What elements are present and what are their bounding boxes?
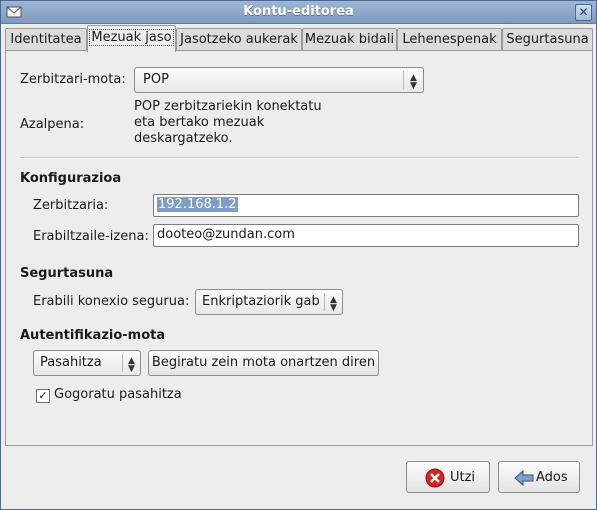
combo-arrows-icon: ▲ ▼ bbox=[122, 354, 140, 374]
tab-label: Segurtasuna bbox=[506, 32, 589, 47]
tab-jasotzeko-aukerak[interactable]: Jasotzeko aukerak bbox=[176, 28, 302, 50]
separator bbox=[20, 157, 578, 159]
tab-label: Mezuak bidali bbox=[304, 32, 395, 47]
description-label: Azalpena: bbox=[20, 117, 85, 132]
server-label: Zerbitzaria: bbox=[33, 198, 109, 213]
tab-mezuak-jaso[interactable]: Mezuak jaso bbox=[87, 25, 176, 52]
cancel-button[interactable]: Utzi bbox=[406, 461, 490, 493]
combo-arrows-icon: ▲ ▼ bbox=[324, 293, 342, 313]
auth-type-value: Pasahitza bbox=[40, 355, 102, 370]
tab-panel: Zerbitzari-mota: POP ▲ ▼ Azalpena: POP ze… bbox=[5, 50, 593, 446]
tab-bar: Identitatea Mezuak jaso Jasotzeko aukera… bbox=[5, 25, 593, 52]
combo-arrows-icon: ▲ ▼ bbox=[403, 71, 423, 91]
tab-label: Lehenespenak bbox=[402, 32, 497, 47]
tab-identitatea[interactable]: Identitatea bbox=[5, 28, 87, 50]
remember-password-label: Gogoratu pasahitza bbox=[54, 387, 182, 402]
server-value: 192.168.1.2 bbox=[157, 197, 238, 212]
check-supported-types-button[interactable]: Begiratu zein mota onartzen diren bbox=[148, 350, 379, 376]
close-icon[interactable]: ✕ bbox=[575, 4, 592, 21]
remember-password-checkbox[interactable]: ✓ bbox=[36, 389, 50, 403]
auth-type-combo[interactable]: Pasahitza ▲ ▼ bbox=[33, 350, 141, 376]
server-type-label: Zerbitzari-mota: bbox=[20, 72, 126, 87]
description-line-2: eta bertako mezuak bbox=[134, 115, 265, 130]
tab-label: Jasotzeko aukerak bbox=[180, 32, 298, 47]
server-field[interactable]: 192.168.1.2 bbox=[153, 194, 579, 217]
username-value: dooteo@zundan.com bbox=[157, 227, 295, 242]
cancel-icon bbox=[425, 468, 445, 488]
secure-connection-combo[interactable]: Enkriptaziorik gabe ▲ ▼ bbox=[195, 289, 343, 315]
username-label: Erabiltzaile-izena: bbox=[33, 229, 149, 244]
auth-heading: Autentifikazio-mota bbox=[20, 328, 166, 343]
account-editor-window: Kontu-editorea ✕ Identitatea Mezuak jaso… bbox=[0, 0, 597, 510]
ok-label: Ados bbox=[536, 470, 568, 485]
back-arrow-icon bbox=[514, 469, 534, 487]
tab-segurtasuna[interactable]: Segurtasuna bbox=[502, 28, 593, 50]
configuration-heading: Konfigurazioa bbox=[20, 171, 122, 186]
cancel-label: Utzi bbox=[450, 470, 476, 485]
server-type-combo[interactable]: POP ▲ ▼ bbox=[134, 67, 424, 93]
secure-connection-label: Erabili konexio segurua: bbox=[33, 294, 190, 309]
ok-button[interactable]: Ados bbox=[498, 461, 580, 493]
description-line-3: deskargatzeko. bbox=[134, 131, 233, 146]
description-line-1: POP zerbitzariekin konektatu bbox=[134, 99, 322, 114]
secure-connection-value: Enkriptaziorik gabe bbox=[202, 294, 320, 309]
tab-label: Mezuak jaso bbox=[89, 29, 174, 46]
tab-mezuak-bidali[interactable]: Mezuak bidali bbox=[302, 28, 397, 50]
tab-label: Identitatea bbox=[10, 32, 82, 47]
server-type-value: POP bbox=[143, 72, 169, 87]
username-field[interactable]: dooteo@zundan.com bbox=[153, 224, 579, 247]
title-bar[interactable]: Kontu-editorea ✕ bbox=[1, 1, 596, 24]
tab-lehenespenak[interactable]: Lehenespenak bbox=[397, 28, 502, 50]
security-heading: Segurtasuna bbox=[20, 266, 114, 281]
window-title: Kontu-editorea bbox=[243, 4, 354, 19]
